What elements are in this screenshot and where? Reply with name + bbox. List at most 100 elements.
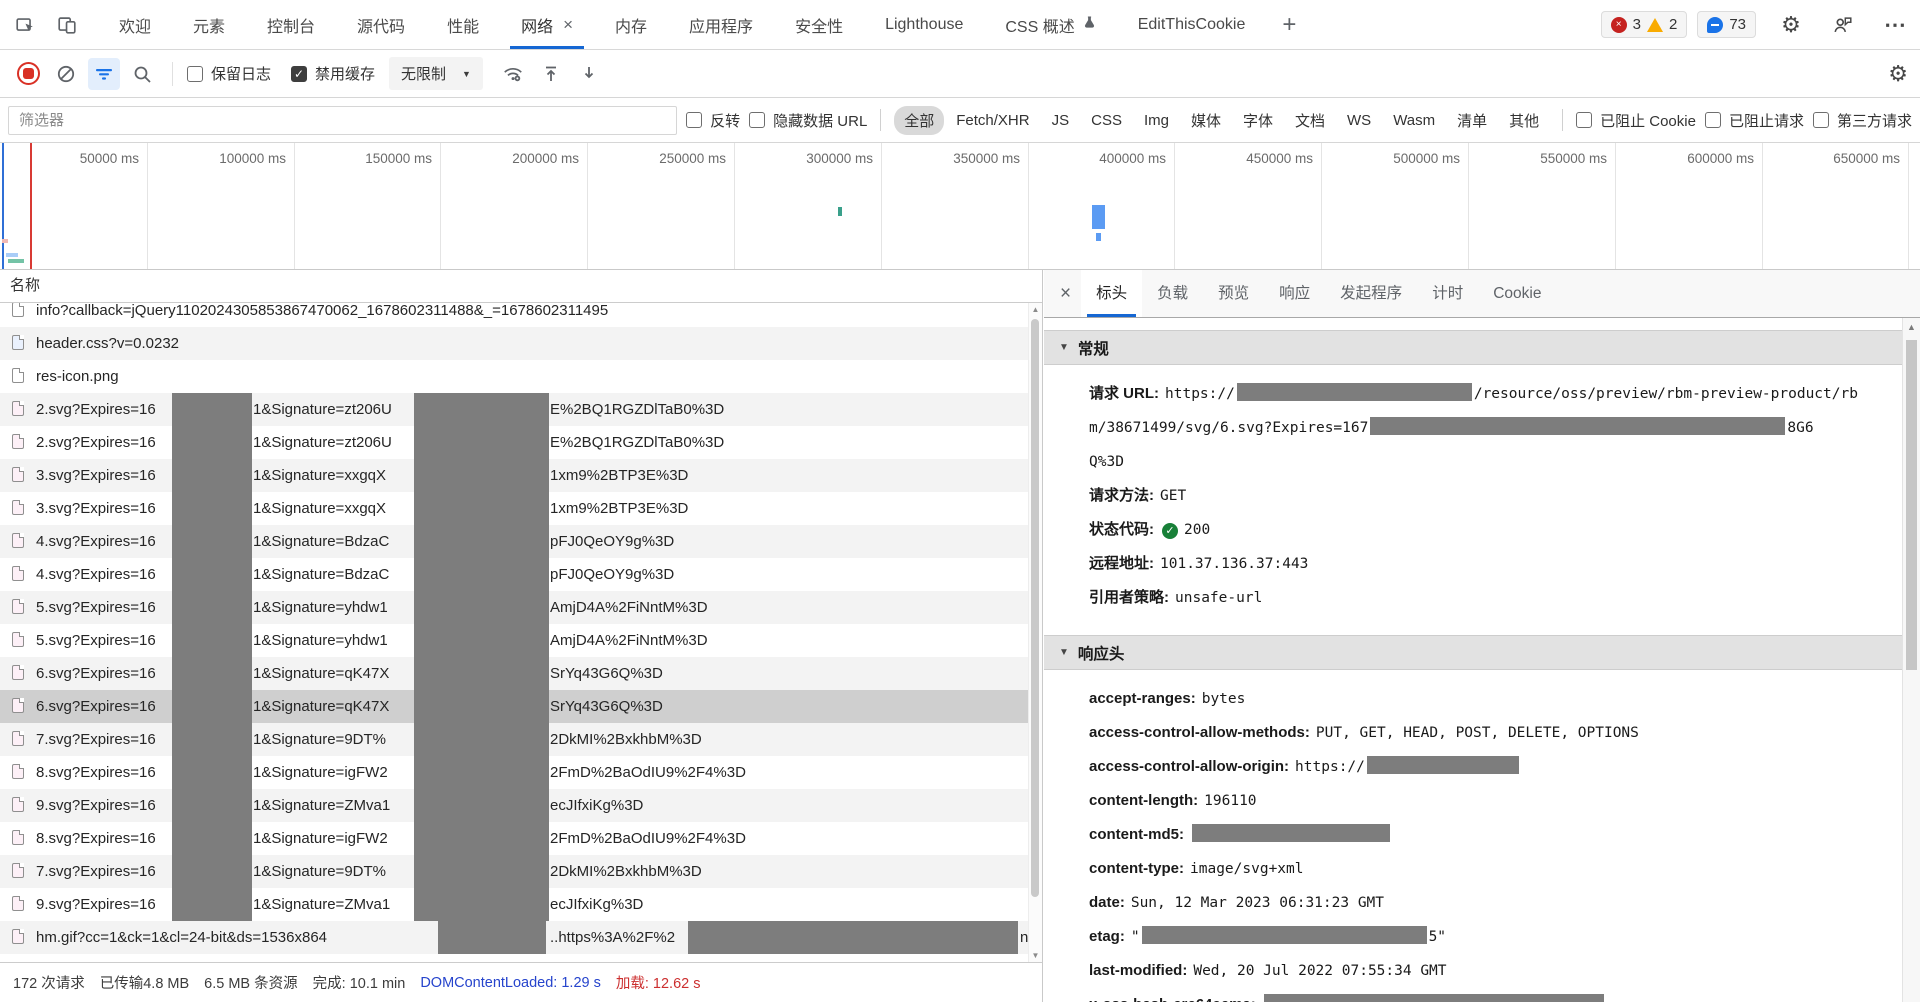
table-row[interactable]: 9.svg?Expires=161&Signature=ZMva1ecJIfxi… xyxy=(0,888,1042,921)
requests-scrollbar[interactable]: ▲▼ xyxy=(1028,303,1042,962)
tab-elements[interactable]: 元素 xyxy=(172,0,246,49)
network-conditions-icon[interactable] xyxy=(497,58,529,90)
table-row[interactable]: 4.svg?Expires=161&Signature=BdzaCpFJ0QeO… xyxy=(0,558,1042,591)
collapse-triangle-icon: ▼ xyxy=(1059,647,1069,658)
filter-type-doc[interactable]: 文档 xyxy=(1285,106,1335,135)
clear-network-log-button[interactable] xyxy=(50,58,82,90)
tab-performance[interactable]: 性能 xyxy=(426,0,500,49)
filter-type-fetch-xhr[interactable]: Fetch/XHR xyxy=(946,108,1039,133)
close-details-icon[interactable]: × xyxy=(1060,283,1071,305)
details-tab-response[interactable]: 响应 xyxy=(1264,270,1325,317)
filter-input[interactable] xyxy=(8,106,677,135)
scroll-down-icon[interactable]: ▼ xyxy=(1029,951,1042,960)
disable-cache-checkbox[interactable]: 禁用缓存 xyxy=(291,63,375,84)
console-errors-warnings-badge[interactable]: × 3 2 xyxy=(1601,11,1688,38)
preserve-log-checkbox[interactable]: 保留日志 xyxy=(187,63,271,84)
table-row[interactable]: 4.svg?Expires=161&Signature=BdzaCpFJ0QeO… xyxy=(0,525,1042,558)
filter-type-css[interactable]: CSS xyxy=(1081,108,1132,133)
error-icon: × xyxy=(1611,17,1627,33)
header-name: last-modified: xyxy=(1089,962,1187,979)
filter-toggle-button[interactable] xyxy=(88,58,120,90)
hide-data-urls-checkbox[interactable]: 隐藏数据 URL xyxy=(749,110,867,131)
table-row[interactable]: 7.svg?Expires=161&Signature=9DT%2DkMI%2B… xyxy=(0,855,1042,888)
table-row[interactable]: 8.svg?Expires=161&Signature=igFW22FmD%2B… xyxy=(0,756,1042,789)
table-row[interactable]: 5.svg?Expires=161&Signature=yhdw1AmjD4A%… xyxy=(0,591,1042,624)
table-row[interactable]: 3.svg?Expires=161&Signature=xxgqX1xm9%2B… xyxy=(0,459,1042,492)
filter-type-all[interactable]: 全部 xyxy=(894,106,944,135)
table-row[interactable]: 8.svg?Expires=161&Signature=igFW22FmD%2B… xyxy=(0,822,1042,855)
network-overview-timeline[interactable]: 50000 ms100000 ms150000 ms200000 ms25000… xyxy=(0,143,1920,270)
filter-type-wasm[interactable]: Wasm xyxy=(1383,108,1445,133)
scrollbar-thumb[interactable] xyxy=(1906,340,1917,670)
throttling-select[interactable]: 无限制 ▼ xyxy=(389,57,483,90)
more-options-icon[interactable]: ⋯ xyxy=(1878,8,1912,42)
details-tab-payload[interactable]: 负载 xyxy=(1142,270,1203,317)
tab-lighthouse[interactable]: Lighthouse xyxy=(864,0,984,49)
request-name-text: 2.svg?Expires=16 xyxy=(36,393,156,426)
device-toolbar-icon[interactable] xyxy=(50,8,84,42)
tab-application[interactable]: 应用程序 xyxy=(668,0,774,49)
table-row[interactable]: 6.svg?Expires=161&Signature=qK47XSrYq43G… xyxy=(0,690,1042,723)
inspect-icon[interactable] xyxy=(8,8,42,42)
feedback-icon[interactable] xyxy=(1826,8,1860,42)
scroll-up-icon[interactable]: ▲ xyxy=(1903,322,1920,332)
tab-security[interactable]: 安全性 xyxy=(774,0,864,49)
third-party-checkbox[interactable]: 第三方请求 xyxy=(1813,110,1912,131)
search-icon[interactable] xyxy=(126,58,158,90)
details-tab-timing[interactable]: 计时 xyxy=(1417,270,1478,317)
network-summary-bar: 172 次请求已传输4.8 MB6.5 MB 条资源完成: 10.1 minDO… xyxy=(0,962,1043,1002)
scroll-up-icon[interactable]: ▲ xyxy=(1029,305,1042,314)
section-header-response-headers[interactable]: ▼响应头 xyxy=(1044,635,1903,670)
export-har-icon[interactable] xyxy=(573,58,605,90)
table-row[interactable]: 6.svg?Expires=161&Signature=qK47XSrYq43G… xyxy=(0,657,1042,690)
filter-type-media[interactable]: 媒体 xyxy=(1181,106,1231,135)
table-row[interactable]: hm.gif?cc=1&ck=1&cl=24-bit&ds=1536x864..… xyxy=(0,921,1042,954)
filter-type-font[interactable]: 字体 xyxy=(1233,106,1283,135)
details-tab-initiator[interactable]: 发起程序 xyxy=(1325,270,1417,317)
details-tab-cookies[interactable]: Cookie xyxy=(1478,270,1556,317)
blocked-requests-checkbox[interactable]: 已阻止请求 xyxy=(1705,110,1804,131)
table-row[interactable]: res-icon.png xyxy=(0,360,1042,393)
record-network-log-button[interactable] xyxy=(12,58,44,90)
overview-activity-bar xyxy=(2,239,8,243)
network-settings-gear-icon[interactable]: ⚙ xyxy=(1888,61,1908,87)
table-row[interactable]: 3.svg?Expires=161&Signature=xxgqX1xm9%2B… xyxy=(0,492,1042,525)
preserve-log-label: 保留日志 xyxy=(211,63,271,84)
tab-editthiscookie[interactable]: EditThisCookie xyxy=(1117,0,1267,49)
filter-type-img[interactable]: Img xyxy=(1134,108,1179,133)
filter-type-ws[interactable]: WS xyxy=(1337,108,1381,133)
details-scrollbar[interactable]: ▲ xyxy=(1902,318,1920,1002)
issues-badge[interactable]: 73 xyxy=(1697,11,1756,38)
header-line: 状态代码:✓200 xyxy=(1089,519,1873,541)
table-row[interactable]: 7.svg?Expires=161&Signature=9DT%2DkMI%2B… xyxy=(0,723,1042,756)
table-row[interactable]: 2.svg?Expires=161&Signature=zt206UE%2BQ1… xyxy=(0,426,1042,459)
tab-network[interactable]: 网络× xyxy=(500,0,594,49)
table-row[interactable]: 5.svg?Expires=161&Signature=yhdw1AmjD4A%… xyxy=(0,624,1042,657)
table-row[interactable]: 2.svg?Expires=161&Signature=zt206UE%2BQ1… xyxy=(0,393,1042,426)
tab-sources[interactable]: 源代码 xyxy=(336,0,426,49)
tab-console[interactable]: 控制台 xyxy=(246,0,336,49)
table-row[interactable]: info?callback=jQuery11020243058538674700… xyxy=(0,303,1042,327)
filter-type-js[interactable]: JS xyxy=(1042,108,1080,133)
settings-gear-icon[interactable]: ⚙ xyxy=(1774,8,1808,42)
import-har-icon[interactable] xyxy=(535,58,567,90)
table-row[interactable]: 9.svg?Expires=161&Signature=ZMva1ecJIfxi… xyxy=(0,789,1042,822)
tab-css-overview[interactable]: CSS 概述 xyxy=(984,0,1116,49)
blocked-cookies-checkbox[interactable]: 已阻止 Cookie xyxy=(1576,110,1696,131)
tab-memory[interactable]: 内存 xyxy=(594,0,668,49)
filter-type-other[interactable]: 其他 xyxy=(1499,106,1549,135)
headers-content: ▼常规请求 URL:https:///resource/oss/preview/… xyxy=(1044,318,1903,1002)
scrollbar-thumb[interactable] xyxy=(1031,319,1039,897)
details-tab-headers[interactable]: 标头 xyxy=(1081,270,1142,317)
section-header-general[interactable]: ▼常规 xyxy=(1044,330,1903,365)
table-row[interactable]: header.css?v=0.0232 xyxy=(0,327,1042,360)
invert-filter-checkbox[interactable]: 反转 xyxy=(686,110,740,131)
filter-type-manifest[interactable]: 清单 xyxy=(1447,106,1497,135)
details-tab-preview[interactable]: 预览 xyxy=(1203,270,1264,317)
name-column-header[interactable]: 名称 xyxy=(0,270,1042,303)
tab-welcome[interactable]: 欢迎 xyxy=(98,0,172,49)
tab-label: Lighthouse xyxy=(885,16,963,34)
more-tools-button[interactable]: + xyxy=(1266,2,1312,48)
header-value: " xyxy=(1131,929,1140,945)
close-tab-icon[interactable]: × xyxy=(563,16,573,33)
